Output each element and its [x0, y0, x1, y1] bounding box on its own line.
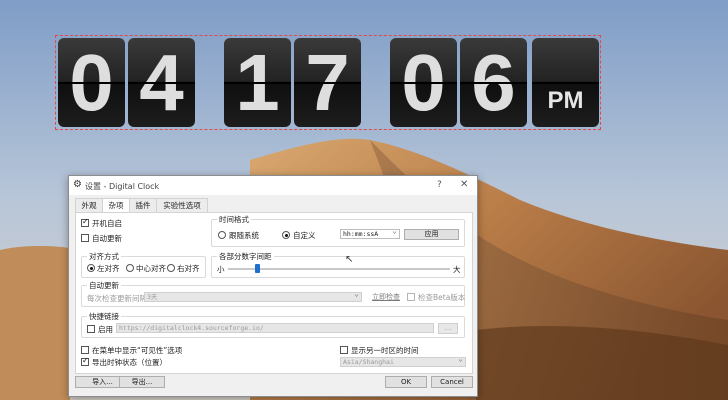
- clock-ampm-text: PM: [547, 87, 584, 114]
- export-state-checkbox[interactable]: [81, 356, 89, 366]
- other-timezone-label: 显示另一时区的时间: [351, 346, 419, 355]
- autostart-label: 开机自启: [92, 219, 122, 228]
- tab-misc[interactable]: 杂项: [102, 198, 130, 213]
- alignment-group: 对齐方式 左对齐 中心对齐 右对齐: [81, 251, 206, 278]
- tab-plugins[interactable]: 插件: [129, 198, 157, 212]
- show-visibility-label: 在菜单中显示“可见性”选项: [92, 346, 183, 355]
- tab-experimental[interactable]: 实验性选项: [156, 198, 208, 212]
- dialog-title: 设置 - Digital Clock: [85, 182, 160, 191]
- timezone-dropdown[interactable]: Asia/Shanghai: [340, 357, 466, 367]
- flip-clock-widget[interactable]: 0 4 1 7 0 6 PM: [55, 35, 601, 130]
- mouse-cursor-icon: ↖: [345, 254, 354, 265]
- update-interval-dropdown[interactable]: 3天: [144, 292, 362, 302]
- spacing-min-label: 小: [217, 265, 225, 274]
- spacing-slider-track[interactable]: [228, 268, 450, 270]
- align-right-label: 右对齐: [177, 264, 200, 273]
- check-now-link[interactable]: 立即检查: [372, 292, 400, 302]
- quick-link-title: 快捷链接: [87, 311, 121, 322]
- custom-format-radio[interactable]: [282, 231, 290, 239]
- export-state-label: 导出时钟状态（位置）: [92, 358, 167, 367]
- auto-update-title: 自动更新: [87, 280, 121, 291]
- autostart-checkbox[interactable]: [81, 217, 89, 227]
- export-button[interactable]: 导出...: [119, 376, 165, 388]
- custom-format-label: 自定义: [293, 231, 316, 240]
- settings-dialog: ⚙ 设置 - Digital Clock ? ✕ 外观 杂项 插件 实验性选项 …: [68, 175, 478, 397]
- quick-link-enable-checkbox[interactable]: [87, 325, 95, 333]
- ok-button[interactable]: OK: [385, 376, 427, 388]
- beta-checkbox[interactable]: [407, 293, 415, 301]
- help-button[interactable]: ?: [437, 180, 442, 190]
- update-interval-label: 每次检查更新间隔: [87, 294, 147, 303]
- spacing-max-label: 大: [453, 265, 461, 274]
- close-button[interactable]: ✕: [460, 179, 468, 190]
- spacing-group: 各部分数字间距 小 大: [211, 251, 465, 278]
- quick-link-enable-label: 启用: [98, 325, 113, 334]
- show-visibility-checkbox[interactable]: [81, 346, 89, 354]
- time-format-title: 时间格式: [217, 214, 251, 225]
- spacing-title: 各部分数字间距: [217, 251, 274, 262]
- clock-minute-tens: 1: [224, 38, 291, 127]
- clock-second-ones: 6: [460, 38, 527, 127]
- clock-ampm-indicator: PM: [532, 38, 599, 127]
- quick-link-browse-button[interactable]: ...: [438, 323, 458, 334]
- auto-update-group: 自动更新 每次检查更新间隔 3天 立即检查 检查Beta版本: [81, 280, 466, 307]
- apply-format-button[interactable]: 应用: [404, 229, 459, 240]
- align-left-radio[interactable]: [87, 264, 95, 272]
- align-left-label: 左对齐: [97, 264, 120, 273]
- other-timezone-checkbox[interactable]: [340, 346, 348, 354]
- align-right-radio[interactable]: [167, 264, 175, 272]
- alignment-title: 对齐方式: [87, 251, 121, 262]
- dialog-titlebar[interactable]: ⚙ 设置 - Digital Clock ? ✕: [69, 176, 477, 195]
- spacing-slider-handle[interactable]: [254, 264, 260, 273]
- time-format-group: 时间格式 跟随系统 自定义 hh:mm:ssA 应用: [211, 214, 465, 247]
- autoupdate-checkbox[interactable]: [81, 234, 89, 242]
- follow-system-radio[interactable]: [218, 231, 226, 239]
- quick-link-url-input[interactable]: https://digitalclock4.sourceforge.io/: [116, 323, 434, 333]
- autoupdate-label: 自动更新: [92, 234, 122, 243]
- tab-appearance[interactable]: 外观: [75, 198, 103, 212]
- align-center-radio[interactable]: [126, 264, 134, 272]
- cancel-button[interactable]: Cancel: [431, 376, 473, 388]
- clock-hour-ones: 4: [128, 38, 195, 127]
- beta-label: 检查Beta版本: [418, 293, 466, 302]
- quick-link-group: 快捷链接 启用 https://digitalclock4.sourceforg…: [81, 311, 465, 338]
- clock-minute-ones: 7: [294, 38, 361, 127]
- align-center-label: 中心对齐: [136, 264, 166, 273]
- format-dropdown[interactable]: hh:mm:ssA: [340, 229, 400, 239]
- follow-system-label: 跟随系统: [229, 231, 259, 240]
- clock-hour-tens: 0: [58, 38, 125, 127]
- clock-second-tens: 0: [390, 38, 457, 127]
- misc-panel: 开机自启 自动更新 时间格式 跟随系统 自定义 hh:mm:ssA 应用 对齐方…: [75, 212, 473, 374]
- gear-icon: ⚙: [73, 179, 82, 190]
